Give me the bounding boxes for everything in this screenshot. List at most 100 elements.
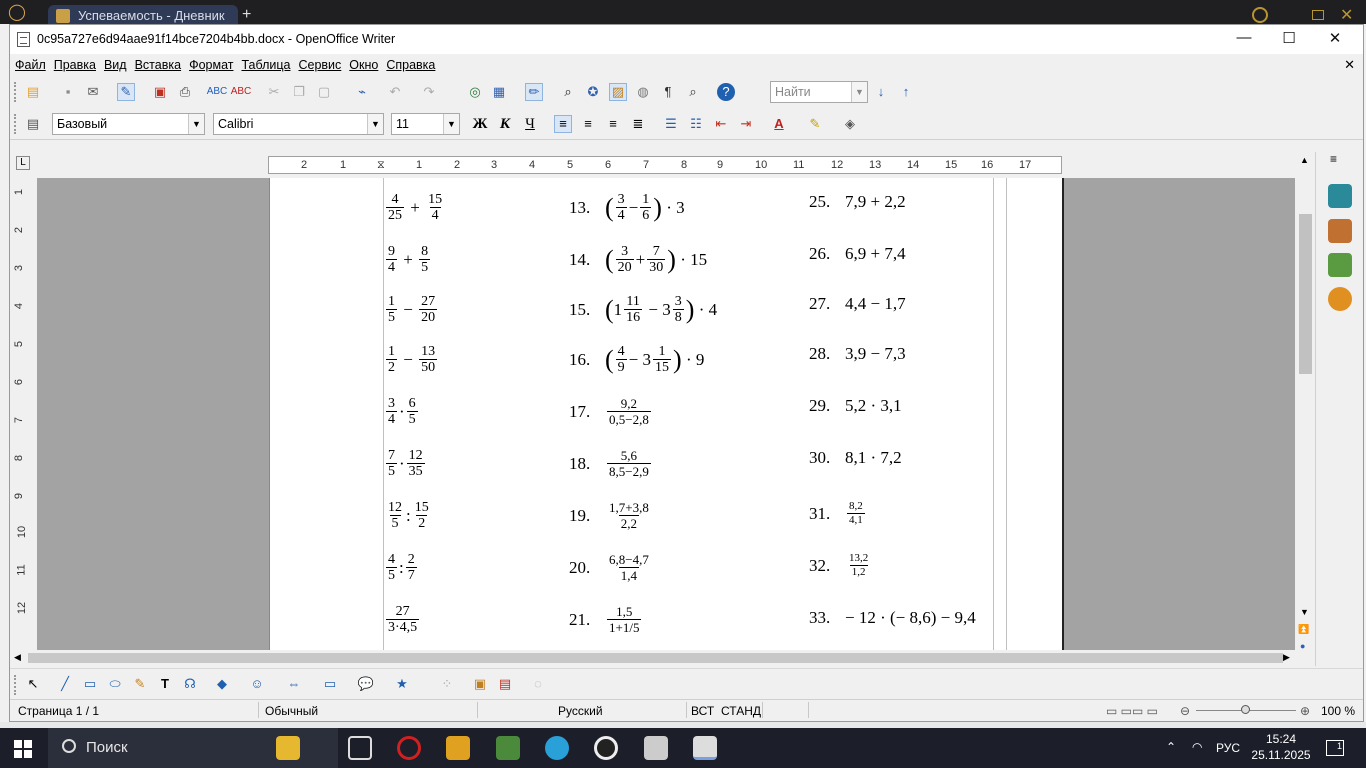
find-previous-icon[interactable]: ↑: [897, 83, 915, 101]
stars-icon[interactable]: ★: [393, 675, 411, 693]
openoffice-icon[interactable]: [693, 736, 717, 760]
tab-stop-icon[interactable]: L: [16, 156, 30, 170]
selection-mode[interactable]: СТАНД: [721, 704, 761, 718]
font-name-select[interactable]: Calibri ▼: [213, 113, 384, 135]
maximize-button[interactable]: ☐: [1274, 29, 1304, 47]
indent-marker-icon[interactable]: ⧖: [377, 159, 385, 172]
hyperlink-icon[interactable]: ◎: [466, 83, 484, 101]
highlight-icon[interactable]: ✎: [806, 115, 824, 133]
properties-icon[interactable]: [1328, 184, 1352, 208]
page-count[interactable]: Страница 1 / 1: [18, 704, 99, 718]
align-left-icon[interactable]: ≡: [554, 115, 572, 133]
new-document-icon[interactable]: ▤: [24, 83, 42, 101]
notifications-icon[interactable]: 1: [1326, 740, 1344, 756]
zoom-out-icon[interactable]: ⊖: [1180, 704, 1190, 718]
telegram-icon[interactable]: [545, 736, 569, 760]
justify-icon[interactable]: ≣: [629, 115, 647, 133]
horizontal-scrollbar[interactable]: ◀ ▶: [10, 650, 1295, 666]
styles-icon[interactable]: ▤: [24, 115, 42, 133]
font-color-icon[interactable]: A: [770, 115, 788, 133]
tray-chevron-icon[interactable]: ⌃: [1166, 740, 1176, 754]
font-size-select[interactable]: 11 ▼: [391, 113, 460, 135]
menu-file[interactable]: Файл: [12, 54, 49, 76]
browser-tabs-icon[interactable]: [1312, 10, 1324, 20]
format-paintbrush-icon[interactable]: ⌁: [353, 83, 371, 101]
cut-icon[interactable]: ✂: [265, 83, 283, 101]
windows-start-icon[interactable]: [14, 740, 32, 758]
datasources-icon[interactable]: ◍: [634, 83, 652, 101]
points-icon[interactable]: ⁘: [438, 675, 456, 693]
autospellcheck-icon[interactable]: ABC: [231, 83, 252, 101]
chevron-down-icon[interactable]: ▼: [188, 114, 204, 134]
paste-icon[interactable]: ▢: [315, 83, 333, 101]
recorder-icon[interactable]: [594, 736, 618, 760]
toolbar-grip[interactable]: [14, 82, 18, 102]
document-canvas[interactable]: 4 25 + 15 4 94 + 85 15 − 27 20 12 − 13 50 34…: [37, 178, 1295, 650]
text-icon[interactable]: T: [156, 675, 174, 693]
nonprinting-chars-icon[interactable]: ¶: [659, 83, 677, 101]
bullets-icon[interactable]: ☷: [687, 115, 705, 133]
vertical-scrollbar[interactable]: ▲ ▼ ⏫ ●: [1295, 152, 1315, 651]
insert-mode[interactable]: ВСТ: [691, 704, 714, 718]
previous-page-icon[interactable]: ⏫: [1298, 624, 1309, 635]
scroll-down-icon[interactable]: ▼: [1300, 607, 1309, 617]
freeform-icon[interactable]: ✎: [131, 675, 149, 693]
edit-mode-icon[interactable]: ✎: [117, 83, 135, 101]
menu-edit[interactable]: Правка: [51, 54, 99, 76]
chevron-down-icon[interactable]: ▼: [443, 114, 459, 134]
minecraft-icon[interactable]: [496, 736, 520, 760]
scroll-right-icon[interactable]: ▶: [1283, 652, 1290, 663]
align-center-icon[interactable]: ≡: [579, 115, 597, 133]
callouts-icon[interactable]: 💬: [357, 675, 375, 693]
opera-icon[interactable]: [397, 736, 421, 760]
table-icon[interactable]: ▦: [490, 83, 508, 101]
from-file-icon[interactable]: ▤: [496, 675, 514, 693]
scroll-up-icon[interactable]: ▲: [1300, 155, 1309, 165]
paragraph-style-select[interactable]: Базовый ▼: [52, 113, 205, 135]
menu-table[interactable]: Таблица: [238, 54, 293, 76]
print-preview-icon[interactable]: ⎙: [176, 83, 194, 101]
find-next-icon[interactable]: ↓: [872, 83, 890, 101]
gallery-panel-icon[interactable]: [1328, 253, 1352, 277]
zoom-in-icon[interactable]: ⊕: [1300, 704, 1310, 718]
document-page[interactable]: 4 25 + 15 4 94 + 85 15 − 27 20 12 − 13 50 34…: [269, 178, 1064, 650]
horizontal-scroll-thumb[interactable]: [28, 653, 1283, 663]
copilot-icon[interactable]: [276, 736, 300, 760]
network-icon[interactable]: ◠: [1192, 740, 1202, 754]
callout-icon[interactable]: ☊: [181, 675, 199, 693]
browser-search-icon[interactable]: [1252, 7, 1268, 23]
find-replace-icon[interactable]: ⌕: [559, 83, 577, 101]
menu-format[interactable]: Формат: [186, 54, 236, 76]
sidebar-menu-icon[interactable]: ≡: [1330, 152, 1337, 166]
increase-indent-icon[interactable]: ⇥: [737, 115, 755, 133]
zoom-icon[interactable]: ⌕: [684, 83, 702, 101]
background-color-icon[interactable]: ◈: [841, 115, 859, 133]
extrusion-icon[interactable]: ◌: [529, 675, 547, 693]
zoom-level[interactable]: 100 %: [1321, 704, 1355, 718]
navigator-icon[interactable]: ✪: [584, 83, 602, 101]
toolbar-grip[interactable]: [14, 675, 18, 695]
input-language[interactable]: РУС: [1216, 741, 1240, 755]
close-button[interactable]: ✕: [1320, 29, 1350, 47]
chevron-down-icon[interactable]: ▼: [367, 114, 383, 134]
decrease-indent-icon[interactable]: ⇤: [712, 115, 730, 133]
line-icon[interactable]: ╱: [56, 675, 74, 693]
menu-help[interactable]: Справка: [383, 54, 438, 76]
copy-icon[interactable]: ❐: [290, 83, 308, 101]
chevron-down-icon[interactable]: ▼: [851, 82, 867, 102]
spellcheck-icon[interactable]: ABC: [207, 83, 228, 101]
symbol-shapes-icon[interactable]: ☺: [248, 675, 266, 693]
menu-tools[interactable]: Сервис: [295, 54, 344, 76]
rectangle-icon[interactable]: ▭: [81, 675, 99, 693]
new-tab-button[interactable]: +: [242, 7, 251, 23]
horizontal-ruler[interactable]: L 2 1 ⧖ 1 2 3 4 5 6 7 8 9 10 11 12 13 14…: [10, 152, 1363, 178]
page-style[interactable]: Обычный: [265, 704, 318, 718]
numbering-icon[interactable]: ☰: [662, 115, 680, 133]
ellipse-icon[interactable]: ⬭: [106, 675, 124, 693]
zoom-slider-handle[interactable]: [1241, 705, 1250, 714]
underline-button[interactable]: Ч: [521, 115, 539, 133]
spider-app-icon[interactable]: [644, 736, 668, 760]
view-layout-icon[interactable]: ▭ ▭▭ ▭: [1106, 704, 1158, 718]
redo-icon[interactable]: ↷: [420, 83, 438, 101]
export-pdf-icon[interactable]: ▣: [151, 83, 169, 101]
